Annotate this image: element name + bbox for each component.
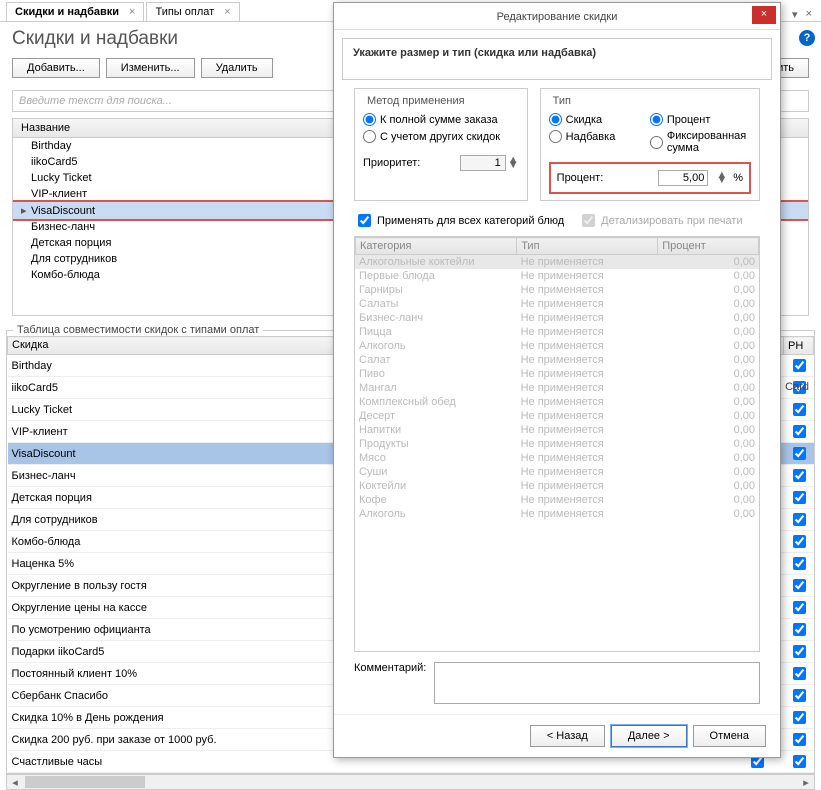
compat-checkbox[interactable] [793,403,806,416]
compat-legend: Таблица совместимости скидок с типами оп… [13,324,263,336]
apply-all-checkbox[interactable]: Применять для всех категорий блюд [354,211,564,230]
add-button[interactable]: Добавить... [12,58,100,78]
compat-checkbox[interactable] [793,711,806,724]
table-row: СушиНе применяется0,00 [355,465,759,479]
scroll-thumb[interactable] [25,776,145,788]
compat-checkbox[interactable] [793,425,806,438]
compat-checkbox[interactable] [793,557,806,570]
comment-textarea[interactable] [434,662,760,704]
table-row: Бизнес-ланчНе применяется0,00 [355,311,759,325]
cat-col-category[interactable]: Категория [356,238,517,255]
radio-fixed[interactable]: Фиксированная сумма [650,128,751,156]
percent-input[interactable] [658,170,708,186]
compat-checkbox[interactable] [793,623,806,636]
tabs-dropdown-icon[interactable]: ▾ [789,8,801,21]
cancel-button[interactable]: Отмена [693,725,766,747]
edit-discount-dialog: Редактирование скидки × Укажите размер и… [333,2,781,758]
compat-col-ph[interactable]: PH [784,337,814,355]
tab-discounts[interactable]: Скидки и надбавки × [6,2,144,21]
dialog-title: Редактирование скидки × [334,3,780,30]
table-row: ПивоНе применяется0,00 [355,367,759,381]
compat-checkbox[interactable] [793,359,806,372]
table-row: КофеНе применяется0,00 [355,493,759,507]
table-row: Алкогольные коктейлиНе применяется0,00 [355,255,759,269]
radio-other-discounts[interactable]: С учетом других скидок [363,128,519,145]
dialog-close-button[interactable]: × [752,6,776,24]
scroll-left-icon[interactable]: ◂ [7,776,23,789]
compat-checkbox[interactable] [793,535,806,548]
compat-checkbox[interactable] [793,447,806,460]
table-row: ПиццаНе применяется0,00 [355,325,759,339]
detail-print-checkbox: Детализировать при печати [578,211,742,230]
percent-unit: % [733,172,743,184]
scroll-right-icon[interactable]: ▸ [798,776,814,789]
method-fieldset: Метод применения К полной сумме заказа С… [354,88,528,201]
close-icon[interactable]: × [224,6,230,18]
search-placeholder: Введите текст для поиска... [19,95,172,107]
compat-checkbox[interactable] [793,689,806,702]
category-grid: Категория Тип Процент Алкогольные коктей… [354,236,760,652]
compat-checkbox[interactable] [793,579,806,592]
table-row: ДесертНе применяется0,00 [355,409,759,423]
method-legend: Метод применения [363,95,469,107]
cat-col-percent[interactable]: Процент [658,238,759,255]
table-row: МангалНе применяется0,00 [355,381,759,395]
compat-checkbox[interactable] [793,601,806,614]
compat-checkbox[interactable] [793,733,806,746]
edit-button[interactable]: Изменить... [106,58,195,78]
tab-label: Типы оплат [155,6,214,18]
table-row: ГарнирыНе применяется0,00 [355,283,759,297]
table-row: Комплексный обедНе применяется0,00 [355,395,759,409]
delete-button[interactable]: Удалить [201,58,273,78]
close-icon[interactable]: × [129,6,135,18]
percent-label: Процент: [557,172,604,184]
comment-label: Комментарий: [354,662,426,704]
bg-column-label: Card [785,381,809,393]
table-row: ПродуктыНе применяется0,00 [355,437,759,451]
table-row: КоктейлиНе применяется0,00 [355,479,759,493]
compat-checkbox[interactable] [793,513,806,526]
table-row: АлкогольНе применяется0,00 [355,339,759,353]
type-fieldset: Тип Скидка Надбавка Процент Фиксированна… [540,88,760,201]
priority-input[interactable]: 1 [460,155,506,171]
tab-label: Скидки и надбавки [15,6,119,18]
next-button[interactable]: Далее > [611,725,687,747]
tab-payment-types[interactable]: Типы оплат × [146,2,239,21]
back-button[interactable]: < Назад [530,725,605,747]
radio-discount[interactable]: Скидка [549,111,650,128]
table-row: СалатыНе применяется0,00 [355,297,759,311]
cat-col-type[interactable]: Тип [517,238,658,255]
type-legend: Тип [549,95,575,107]
tabs-close-icon[interactable]: × [803,8,815,21]
compat-checkbox[interactable] [793,491,806,504]
compat-checkbox[interactable] [793,645,806,658]
compat-checkbox[interactable] [793,667,806,680]
compat-checkbox[interactable] [793,469,806,482]
priority-label: Приоритет: [363,157,420,169]
radio-percent[interactable]: Процент [650,111,751,128]
radio-full-sum[interactable]: К полной сумме заказа [363,111,519,128]
table-row: АлкогольНе применяется0,00 [355,507,759,521]
table-row: Первые блюдаНе применяется0,00 [355,269,759,283]
spinner-icon[interactable]: ▲▼ [716,173,727,183]
dialog-instruction: Укажите размер и тип (скидка или надбавк… [342,38,772,80]
radio-surcharge[interactable]: Надбавка [549,128,650,145]
table-row: СалатНе применяется0,00 [355,353,759,367]
table-row: МясоНе применяется0,00 [355,451,759,465]
spinner-icon[interactable]: ▲▼ [508,158,519,168]
table-row: НапиткиНе применяется0,00 [355,423,759,437]
help-icon[interactable]: ? [799,30,815,46]
compat-checkbox[interactable] [793,755,806,768]
